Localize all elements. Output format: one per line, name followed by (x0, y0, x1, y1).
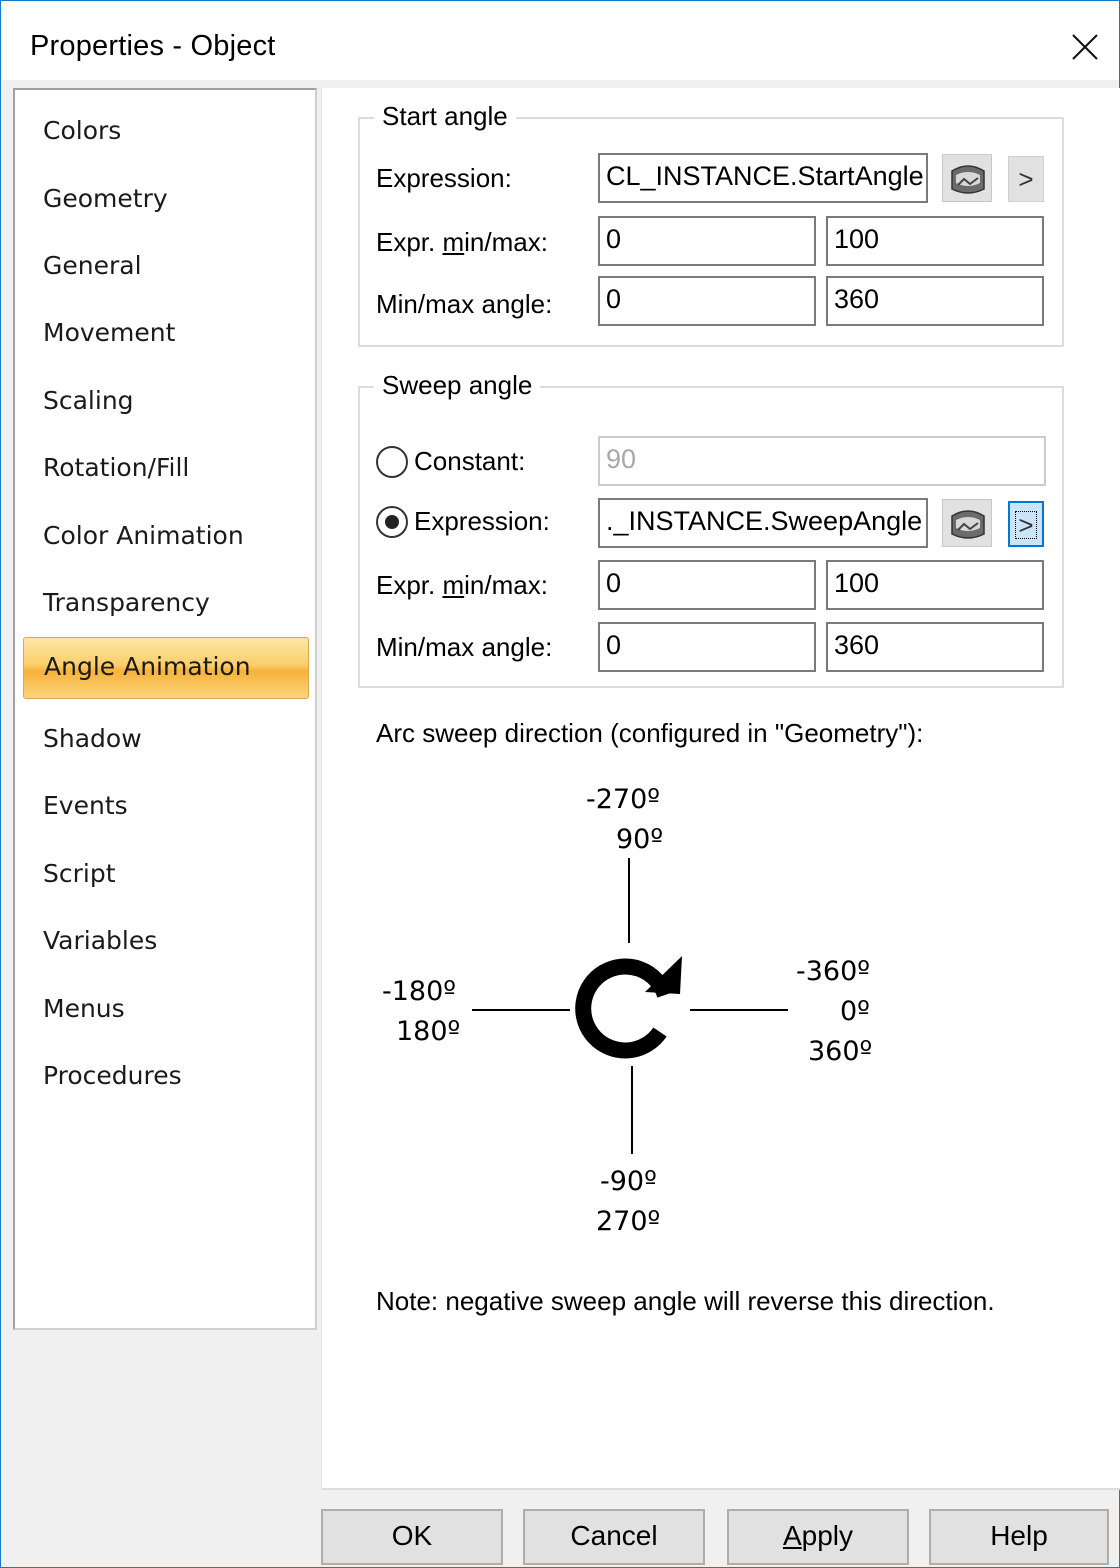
sweep-direction-caption: Arc sweep direction (configured in "Geom… (376, 718, 924, 748)
sidebar-item-geometry[interactable]: Geometry (43, 184, 168, 213)
start-expr-min-field[interactable]: 0 (598, 216, 816, 266)
sidebar-item-menus[interactable]: Menus (43, 994, 125, 1023)
start-arrow-label: > (1018, 164, 1034, 194)
sidebar-item-color-animation[interactable]: Color Animation (43, 521, 244, 550)
start-angle-max-field[interactable]: 360 (826, 276, 1044, 326)
sidebar-item-scaling[interactable]: Scaling (43, 386, 134, 415)
sweep-angle-group: Sweep angle Constant: 90 Expression: ._I… (358, 370, 1064, 688)
title-bar: Properties - Object (2, 2, 1119, 80)
sweep-angle-max-field[interactable]: 360 (826, 622, 1044, 672)
sidebar-item-movement[interactable]: Movement (43, 318, 175, 347)
sweep-expression-field[interactable]: ._INSTANCE.SweepAngle (598, 498, 928, 548)
sidebar-item-colors[interactable]: Colors (43, 116, 121, 145)
start-angle-min-field[interactable]: 0 (598, 276, 816, 326)
properties-dialog: Properties - Object Colors Geometry Gene… (0, 0, 1120, 1568)
sweep-expr-max-field[interactable]: 100 (826, 560, 1044, 610)
angle-animation-panel: Start angle Expression: CL_INSTANCE.Star… (321, 88, 1120, 1490)
sidebar-item-variables[interactable]: Variables (43, 926, 157, 955)
sidebar-item-general[interactable]: General (43, 251, 142, 280)
sweep-angle-minmax-label: Min/max angle: (376, 632, 553, 662)
left-angle-negative: -180º (382, 976, 456, 1007)
category-sidebar: Colors Geometry General Movement Scaling… (13, 88, 317, 1330)
right-angle-positive: 360º (808, 1036, 873, 1067)
left-angle-positive: 180º (396, 1016, 461, 1047)
sidebar-item-script[interactable]: Script (43, 859, 116, 888)
apply-button[interactable]: Apply (727, 1509, 909, 1565)
sweep-angle-min-field[interactable]: 0 (598, 622, 816, 672)
start-expr-max-field[interactable]: 100 (826, 216, 1044, 266)
start-angle-title: Start angle (374, 101, 516, 132)
sweep-expr-minmax-label: Expr. min/max: (376, 570, 548, 600)
start-angle-minmax-label: Min/max angle: (376, 289, 553, 319)
start-angle-group: Start angle Expression: CL_INSTANCE.Star… (358, 101, 1064, 347)
sweep-angle-title: Sweep angle (374, 370, 541, 401)
start-expression-field[interactable]: CL_INSTANCE.StartAngle (598, 153, 928, 203)
sidebar-item-angle-animation[interactable]: Angle Animation (23, 637, 309, 699)
window-title: Properties - Object (30, 30, 276, 62)
sidebar-item-events[interactable]: Events (43, 791, 128, 820)
sweep-expression-browse-button[interactable] (942, 499, 992, 547)
sweep-direction-diagram (472, 858, 788, 1154)
clockwise-arrow-icon (575, 956, 682, 1059)
close-button[interactable] (1058, 20, 1110, 72)
sidebar-item-shadow[interactable]: Shadow (43, 724, 142, 753)
close-icon (1072, 34, 1098, 60)
ok-button[interactable]: OK (321, 1509, 503, 1565)
start-expression-browse-button[interactable] (942, 154, 992, 202)
top-angle-negative: -270º (586, 784, 660, 815)
sidebar-item-procedures[interactable]: Procedures (43, 1061, 182, 1090)
constant-label: Constant: (414, 446, 526, 476)
image-browse-icon (951, 165, 985, 194)
sweep-direction-note: Note: negative sweep angle will reverse … (376, 1286, 995, 1316)
sweep-expr-min-field[interactable]: 0 (598, 560, 816, 610)
sidebar-item-rotation-fill[interactable]: Rotation/Fill (43, 453, 189, 482)
constant-value-field[interactable]: 90 (598, 436, 1046, 486)
image-browse-icon (951, 510, 985, 539)
constant-radio[interactable] (376, 446, 408, 478)
bottom-angle-positive: 270º (596, 1206, 661, 1237)
sweep-arrow-label: > (1015, 511, 1037, 539)
help-button[interactable]: Help (929, 1509, 1109, 1565)
start-expression-arrow-button[interactable]: > (1008, 156, 1044, 202)
cancel-button[interactable]: Cancel (523, 1509, 705, 1565)
start-expression-label: Expression: (376, 163, 512, 193)
expression-radio[interactable] (376, 506, 408, 538)
start-expr-minmax-label: Expr. min/max: (376, 227, 548, 257)
bottom-angle-negative: -90º (600, 1166, 657, 1197)
sidebar-item-transparency[interactable]: Transparency (43, 588, 210, 617)
sweep-expression-arrow-button[interactable]: > (1008, 501, 1044, 547)
right-angle-negative: -360º (796, 956, 870, 987)
right-angle-zero: 0º (840, 996, 870, 1027)
sweep-expression-label: Expression: (414, 506, 550, 536)
